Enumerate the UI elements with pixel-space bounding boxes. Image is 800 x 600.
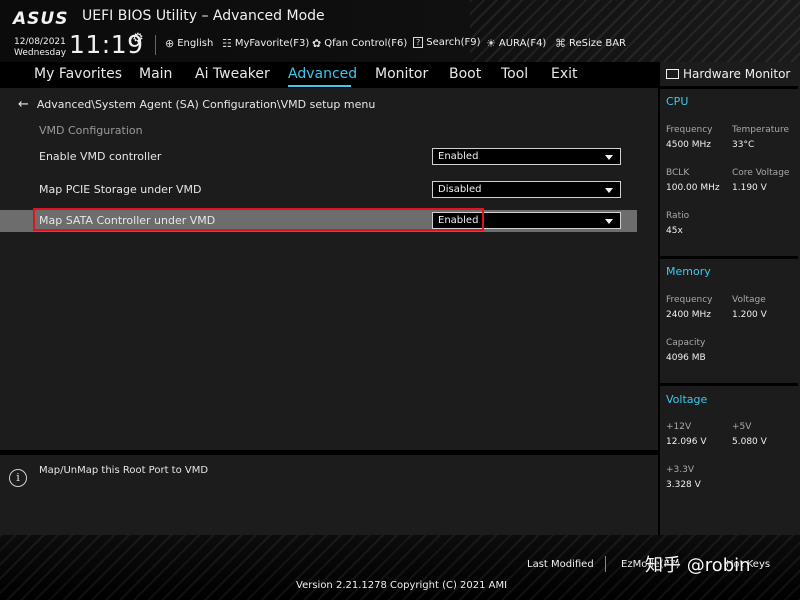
language-button[interactable]: ⊕ English	[165, 37, 213, 50]
voltage-heading: Voltage	[666, 393, 708, 406]
aura-button[interactable]: ☀ AURA(F4)	[486, 37, 546, 50]
setting-label: Map PCIE Storage under VMD	[39, 183, 202, 196]
v33-label: +3.3V	[666, 465, 695, 475]
search-icon: ?	[413, 37, 424, 48]
tab-ai-tweaker[interactable]: Ai Tweaker	[195, 66, 270, 82]
dropdown-value: Enabled	[438, 151, 479, 162]
setting-row-enable-vmd[interactable]: Enable VMD controller Enabled	[0, 146, 637, 168]
qfan-control-button[interactable]: ✿ Qfan Control(F6)	[312, 37, 407, 50]
resize-bar-label: ReSize BAR	[569, 38, 627, 49]
last-modified-button[interactable]: Last Modified	[527, 559, 594, 570]
help-text: Map/UnMap this Root Port to VMD	[39, 465, 209, 476]
globe-icon: ⊕	[165, 37, 175, 50]
resize-bar-icon: ⌘	[555, 37, 566, 50]
v12-label: +12V	[666, 422, 692, 432]
setting-row-map-pcie[interactable]: Map PCIE Storage under VMD Disabled	[0, 179, 637, 201]
hwm-divider	[660, 86, 798, 89]
resize-bar-button[interactable]: ⌘ ReSize BAR	[555, 37, 626, 50]
chevron-down-icon	[605, 219, 613, 224]
ratio-label: Ratio	[666, 211, 690, 221]
settings-panel	[0, 88, 658, 450]
setting-label: Enable VMD controller	[39, 150, 162, 163]
hwm-divider	[660, 383, 798, 386]
tab-main[interactable]: Main	[139, 66, 172, 82]
asus-logo: ASUS	[13, 9, 69, 29]
qfan-label: Qfan Control(F6)	[324, 38, 408, 49]
v33-value: 3.328 V	[666, 480, 701, 490]
back-arrow-icon[interactable]: ←	[18, 97, 29, 112]
language-label: English	[177, 38, 214, 49]
cpu-temperature-label: Temperature	[732, 125, 790, 135]
v5-value: 5.080 V	[732, 437, 767, 447]
map-pcie-dropdown[interactable]: Disabled	[432, 181, 621, 198]
aura-label: AURA(F4)	[498, 38, 547, 49]
memory-frequency-value: 2400 MHz	[666, 310, 712, 320]
fan-icon: ✿	[312, 37, 322, 50]
app-title: UEFI BIOS Utility – Advanced Mode	[82, 8, 325, 24]
myfavorite-label: MyFavorite(F3)	[234, 38, 310, 49]
time-settings-gear-icon[interactable]: ⚙	[132, 31, 144, 46]
myfavorite-button[interactable]: ☷ MyFavorite(F3)	[222, 37, 309, 50]
dropdown-value: Disabled	[438, 184, 482, 195]
enable-vmd-dropdown[interactable]: Enabled	[432, 148, 621, 165]
core-voltage-label: Core Voltage	[732, 168, 790, 178]
bclk-label: BCLK	[666, 168, 690, 178]
watermark-text: 知乎 @robin	[645, 555, 751, 576]
breadcrumb-path: Advanced\System Agent (SA) Configuration…	[36, 98, 376, 111]
hardware-monitor-title: Hardware Monitor	[666, 67, 790, 81]
v12-value: 12.096 V	[666, 437, 707, 447]
capacity-value: 4096 MB	[666, 353, 706, 363]
aura-icon: ☀	[486, 37, 496, 50]
tab-boot[interactable]: Boot	[449, 66, 481, 82]
bclk-value: 100.00 MHz	[666, 183, 720, 193]
core-voltage-value: 1.190 V	[732, 183, 767, 193]
hwm-divider	[660, 256, 798, 259]
memory-voltage-value: 1.200 V	[732, 310, 767, 320]
date-display: 12/08/2021 Wednesday	[14, 37, 66, 59]
breadcrumb: ← Advanced\System Agent (SA) Configurati…	[18, 97, 375, 112]
footer-divider	[605, 556, 606, 572]
info-icon: i	[9, 469, 27, 487]
search-label: Search(F9)	[426, 37, 481, 48]
myfavorite-icon: ☷	[222, 37, 232, 50]
date-text: 12/08/2021	[14, 37, 66, 47]
copyright-text: Version 2.21.1278 Copyright (C) 2021 AMI	[296, 580, 508, 591]
tab-my-favorites[interactable]: My Favorites	[34, 66, 122, 82]
header-divider	[155, 35, 156, 55]
capacity-label: Capacity	[666, 338, 706, 348]
monitor-icon	[666, 69, 679, 79]
chevron-down-icon	[605, 188, 613, 193]
ratio-value: 45x	[666, 226, 683, 236]
weekday-text: Wednesday	[14, 48, 67, 58]
cpu-heading: CPU	[666, 95, 689, 108]
tab-exit[interactable]: Exit	[551, 66, 578, 82]
v5-label: +5V	[732, 422, 752, 432]
chevron-down-icon	[605, 155, 613, 160]
tab-tool[interactable]: Tool	[501, 66, 528, 82]
header-stripes	[470, 0, 800, 62]
hardware-monitor-title-text: Hardware Monitor	[683, 67, 791, 81]
memory-voltage-label: Voltage	[732, 295, 766, 305]
section-label: VMD Configuration	[39, 124, 143, 137]
highlight-annotation-box	[33, 208, 484, 231]
memory-heading: Memory	[666, 265, 711, 278]
cpu-frequency-label: Frequency	[666, 125, 713, 135]
search-button[interactable]: ? Search(F9)	[413, 37, 481, 48]
active-tab-underline	[288, 85, 351, 87]
tab-monitor[interactable]: Monitor	[375, 66, 428, 82]
cpu-temperature-value: 33°C	[732, 140, 755, 150]
memory-frequency-label: Frequency	[666, 295, 713, 305]
cpu-frequency-value: 4500 MHz	[666, 140, 712, 150]
tab-advanced[interactable]: Advanced	[288, 66, 357, 82]
